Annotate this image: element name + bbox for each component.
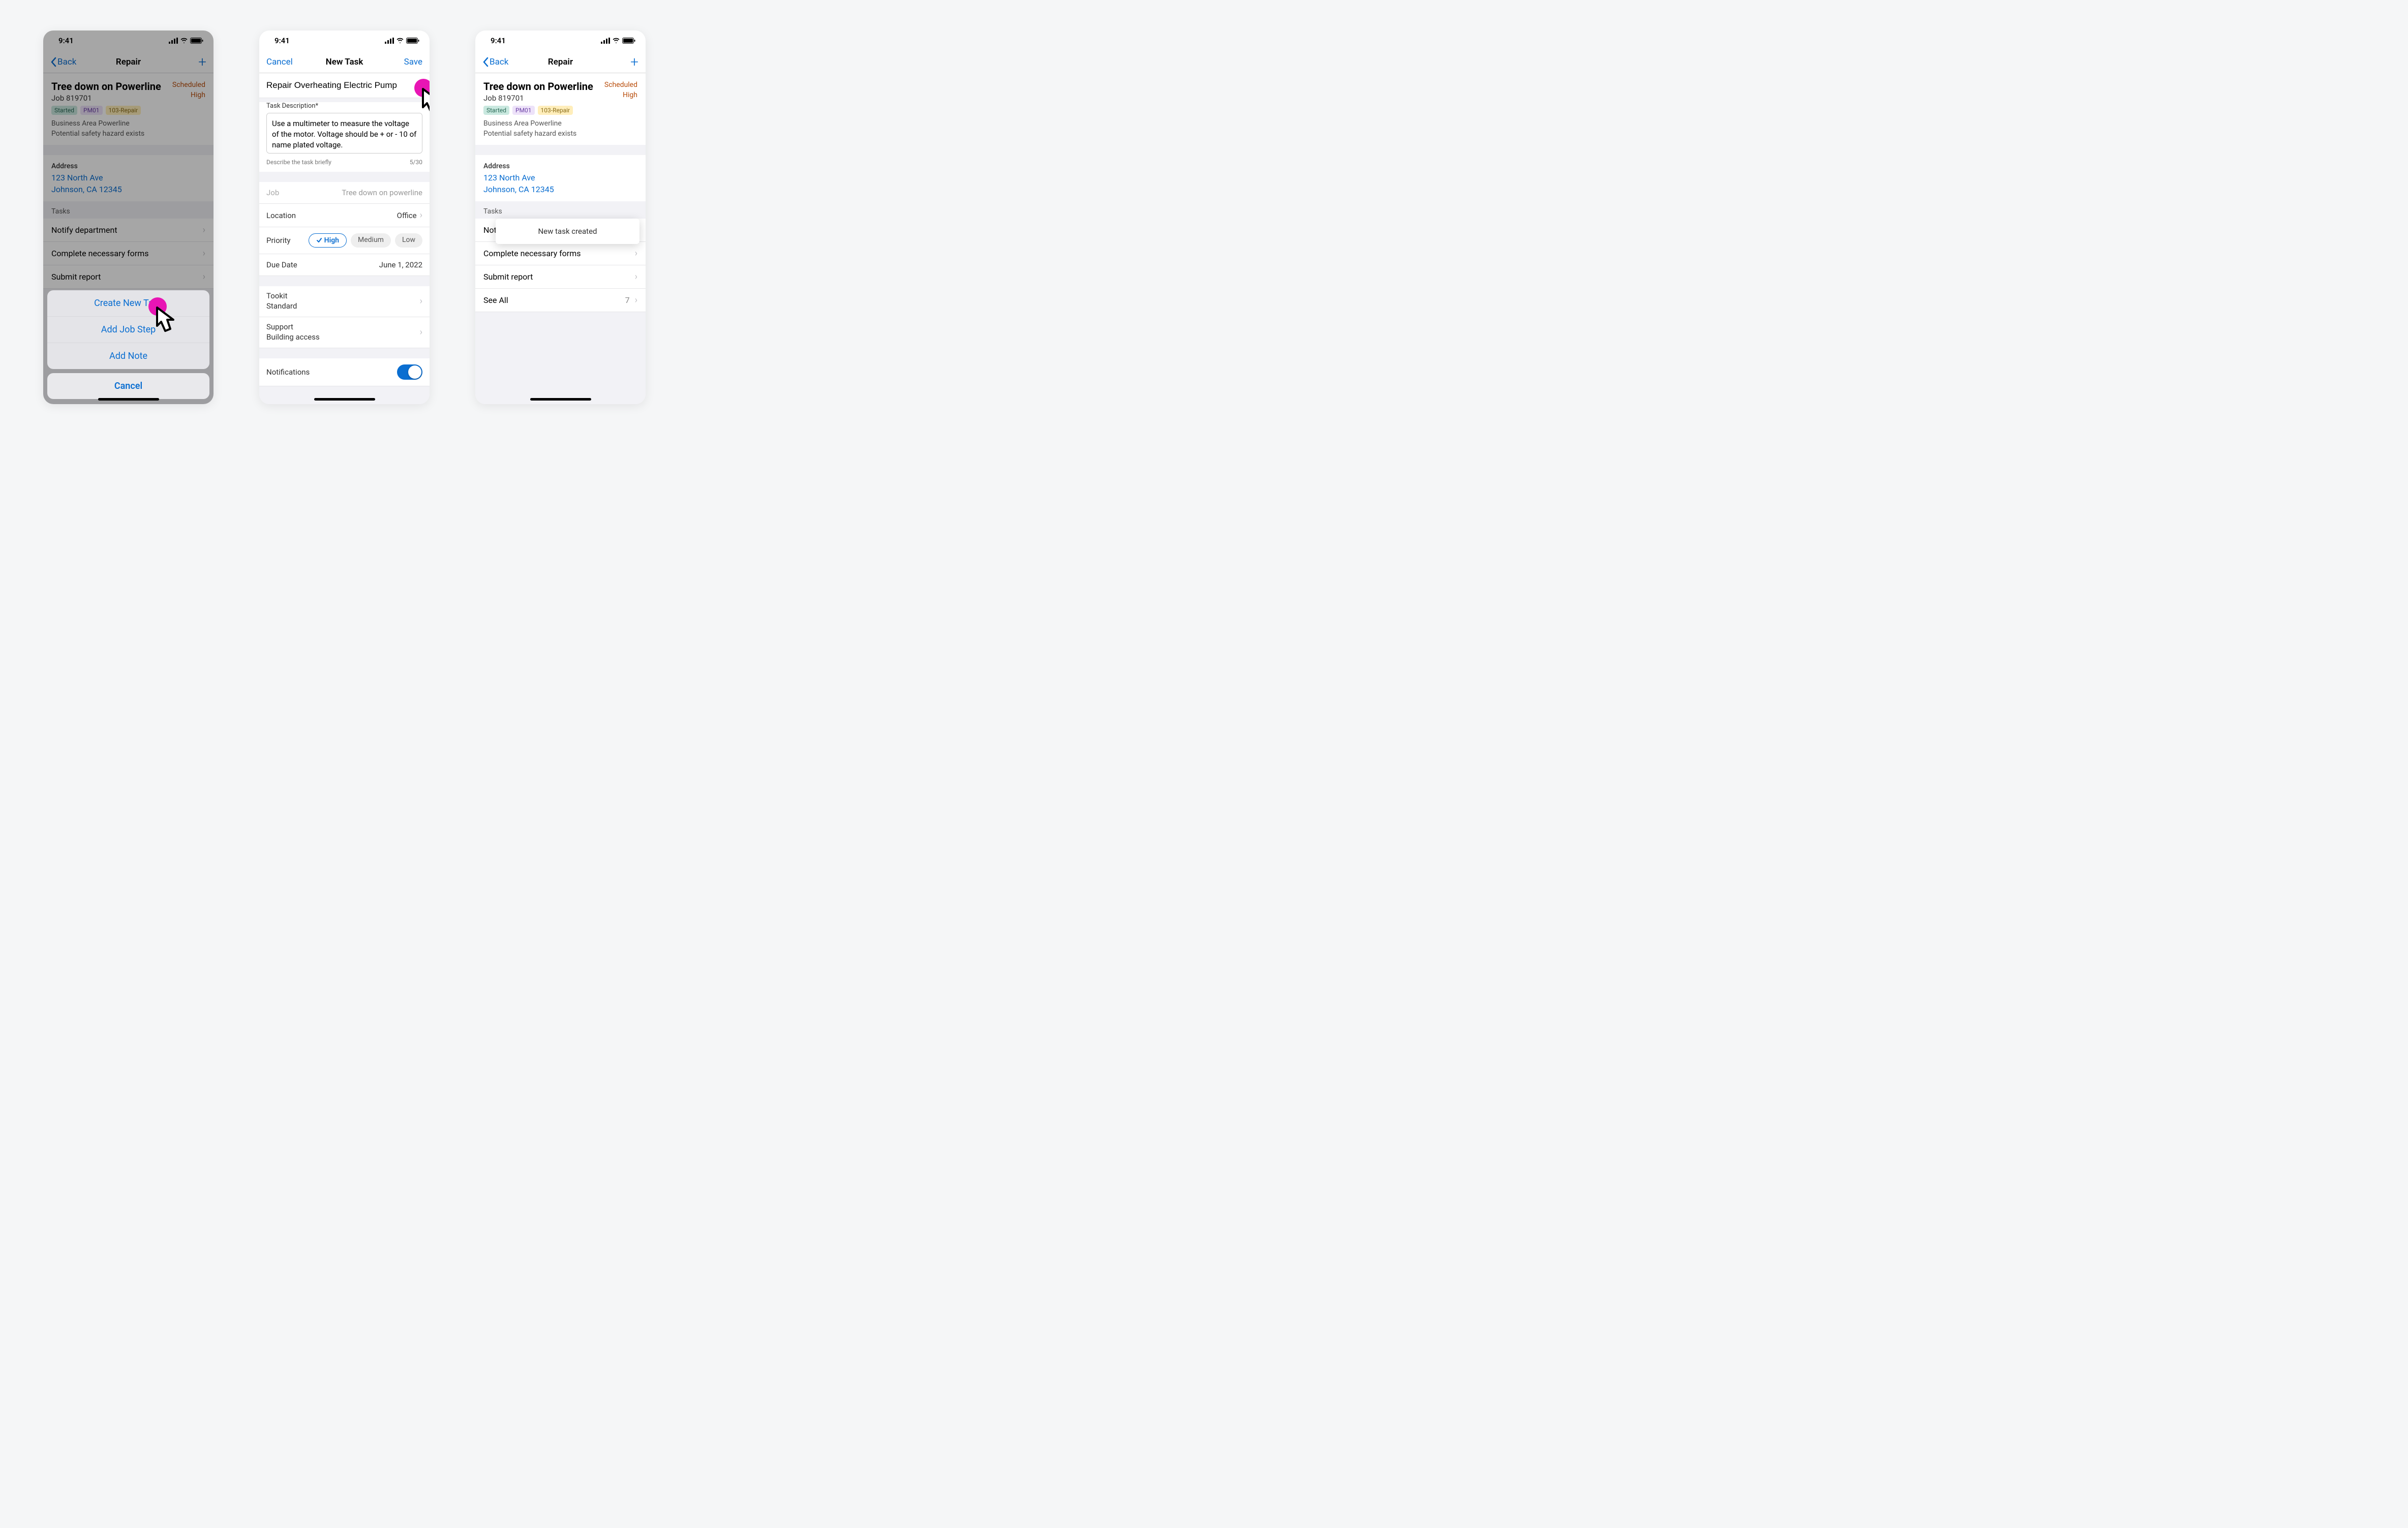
task-row[interactable]: Submit report › [475, 265, 646, 289]
chevron-right-icon: › [635, 248, 637, 259]
job-title: Tree down on Powerline [483, 80, 593, 93]
sheet-add-job-step[interactable]: Add Job Step [47, 317, 209, 343]
see-all-row[interactable]: See All 7 › [475, 289, 646, 312]
save-button[interactable]: Save [404, 57, 422, 67]
description-hint: Describe the task briefly [266, 159, 331, 166]
see-all-count: 7 [625, 295, 630, 305]
sheet-create-task[interactable]: Create New Task [47, 290, 209, 317]
task-row[interactable]: Complete necessary forms › [475, 242, 646, 265]
job-row: Job Tree down on powerline [259, 182, 430, 204]
screen-new-task-form: 9:41 Cancel New Task Save Task Descripti… [259, 30, 430, 404]
tasks-header: Tasks [475, 201, 646, 219]
toast-notification: New task created [496, 219, 639, 244]
status-priority: High [604, 90, 637, 101]
notifications-row: Notifications [259, 358, 430, 386]
address-link[interactable]: 123 North Ave Johnson, CA 12345 [483, 172, 637, 195]
sheet-cancel[interactable]: Cancel [47, 373, 209, 399]
address-label: Address [483, 162, 637, 170]
home-indicator [98, 398, 159, 401]
action-sheet: Create New Task Add Job Step Add Note Ca… [47, 290, 209, 399]
status-bar: 9:41 [475, 30, 646, 51]
tag-repair: 103-Repair [538, 106, 573, 115]
chevron-right-icon: › [420, 327, 422, 338]
description-counter: 5/30 [410, 159, 422, 166]
priority-low[interactable]: Low [395, 233, 422, 248]
sheet-add-note[interactable]: Add Note [47, 343, 209, 369]
priority-high[interactable]: High [309, 233, 347, 248]
chevron-right-icon: › [420, 210, 422, 221]
description-label: Task Description* [266, 102, 422, 110]
nav-bar: Back Repair + [475, 51, 646, 73]
status-icons [601, 38, 635, 44]
screen-action-sheet: 9:41 Back Repair + Tree down on Powerlin… [43, 30, 214, 404]
status-scheduled: Scheduled [604, 80, 637, 90]
home-indicator [530, 398, 591, 401]
status-time: 9:41 [491, 36, 506, 45]
page-title: New Task [326, 57, 363, 67]
add-button[interactable]: + [630, 53, 638, 70]
notifications-toggle[interactable] [397, 364, 422, 380]
due-date-row[interactable]: Due Date June 1, 2022 [259, 254, 430, 276]
desc-line-2: Potential safety hazard exists [483, 129, 637, 139]
priority-row: Priority High Medium Low [259, 227, 430, 254]
location-row[interactable]: Location Office › [259, 204, 430, 227]
task-title-input[interactable] [266, 73, 422, 98]
status-icons [385, 38, 419, 44]
status-time: 9:41 [275, 36, 290, 45]
check-icon [316, 237, 322, 243]
nav-bar: Cancel New Task Save [259, 51, 430, 73]
chevron-right-icon: › [635, 271, 637, 282]
description-textarea[interactable] [266, 113, 422, 154]
desc-line-1: Business Area Powerline [483, 119, 637, 129]
cancel-button[interactable]: Cancel [266, 57, 293, 67]
screen-task-created-toast: 9:41 Back Repair + Tree down on Powerlin… [475, 30, 646, 404]
chevron-left-icon [482, 57, 489, 67]
support-row[interactable]: Support Building access › [259, 317, 430, 348]
back-button[interactable]: Back [482, 57, 508, 67]
chevron-right-icon: › [420, 296, 422, 307]
tag-pm: PM01 [512, 106, 535, 115]
status-bar: 9:41 [259, 30, 430, 51]
toolkit-row[interactable]: Tookit Standard › [259, 286, 430, 317]
priority-medium[interactable]: Medium [351, 233, 391, 248]
page-title: Repair [548, 57, 573, 67]
content-area: Task Description* Describe the task brie… [259, 73, 430, 404]
home-indicator [314, 398, 375, 401]
chevron-right-icon: › [635, 295, 637, 305]
tag-started: Started [483, 106, 509, 115]
job-number: Job 819701 [483, 94, 593, 103]
